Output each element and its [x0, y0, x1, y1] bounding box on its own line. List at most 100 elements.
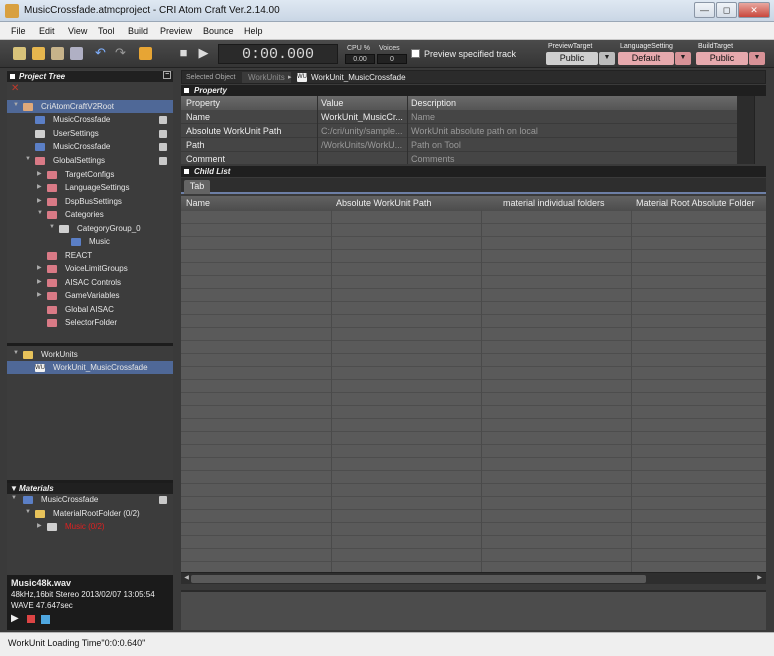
app-icon [5, 4, 19, 18]
open-folder-icon[interactable] [32, 47, 45, 60]
save-icon[interactable] [159, 143, 167, 151]
tree-item-musiccrossfade[interactable]: MusicCrossfade [7, 113, 173, 126]
save-icon[interactable] [159, 496, 167, 504]
language-setting-chevron-icon[interactable]: ▼ [675, 52, 691, 65]
breadcrumb-workunit[interactable]: WorkUnit_MusicCrossfade [311, 73, 406, 82]
tree-item-globalsettings[interactable]: ▼ GlobalSettings [7, 154, 173, 167]
tree-item-gamevariables[interactable]: ▶ GameVariables [7, 289, 173, 302]
property-table: Property Value Description Name WorkUnit… [181, 96, 737, 164]
save-icon[interactable] [159, 130, 167, 138]
tree-item-global-aisac[interactable]: Global AISAC [7, 303, 173, 316]
build-target-label: BuildTarget [698, 43, 734, 50]
breadcrumb-workunits[interactable]: WorkUnits [242, 72, 291, 83]
workunit-icon: WU [297, 73, 307, 82]
play-icon[interactable]: ▶ [197, 46, 210, 60]
save-icon[interactable] [159, 116, 167, 124]
menu-preview[interactable]: Preview [160, 26, 192, 36]
col-value[interactable]: Value [321, 98, 343, 108]
col-property[interactable]: Property [186, 98, 220, 108]
tree-item-languagesettings[interactable]: ▶ LanguageSettings [7, 181, 173, 194]
tab-child-list[interactable]: Tab [184, 180, 210, 194]
collapse-icon[interactable]: − [163, 71, 171, 79]
language-setting-dropdown[interactable]: Default [618, 52, 674, 65]
material-item-music-folder[interactable]: ▶ Music (0/2) [7, 520, 173, 533]
save-icon[interactable] [51, 47, 64, 60]
child-list-header: Child List [181, 166, 766, 177]
preview-target-chevron-icon[interactable]: ▼ [599, 52, 615, 65]
workunit-icon: WU [35, 364, 45, 372]
folder-icon [47, 523, 57, 531]
table-row[interactable]: Path /WorkUnits/WorkU... Path on Tool [181, 139, 737, 152]
build-target-dropdown[interactable]: Public [696, 52, 748, 65]
tree-item-react[interactable]: REACT [7, 249, 173, 262]
new-project-icon[interactable] [13, 47, 26, 60]
folder-icon [47, 198, 57, 206]
tree-item-workunit-musiccrossfade[interactable]: WU WorkUnit_MusicCrossfade [7, 361, 173, 374]
tree-item-usersettings[interactable]: UserSettings [7, 127, 173, 140]
material-play-icon[interactable]: ▶ [11, 613, 19, 624]
col-absolute-workunit-path[interactable]: Absolute WorkUnit Path [336, 198, 431, 208]
menu-bounce[interactable]: Bounce [203, 26, 234, 36]
menu-file[interactable]: File [11, 26, 26, 36]
tree-item-selectorfolder[interactable]: SelectorFolder [7, 316, 173, 329]
scroll-right-icon[interactable]: ▶ [755, 574, 764, 583]
menu-help[interactable]: Help [244, 26, 263, 36]
material-stop-icon[interactable] [27, 615, 35, 623]
tree-item-categorygroup[interactable]: ▼ CategoryGroup_0 [7, 222, 173, 235]
close-button[interactable]: ✕ [738, 2, 770, 18]
tree-item-targetconfigs[interactable]: ▶ TargetConfigs [7, 168, 173, 181]
breadcrumb: Selected Object WorkUnits ▸ WU WorkUnit_… [181, 70, 766, 84]
tree-item-dspbussettings[interactable]: ▶ DspBusSettings [7, 195, 173, 208]
scroll-left-icon[interactable]: ◀ [182, 574, 191, 583]
menu-tool[interactable]: Tool [98, 26, 115, 36]
material-item-root-folder[interactable]: ▼ MaterialRootFolder (0/2) [7, 507, 173, 520]
tree-item-musiccrossfade-2[interactable]: MusicCrossfade [7, 140, 173, 153]
material-loop-icon[interactable] [41, 615, 50, 624]
folder-icon [47, 184, 57, 192]
col-material-root-absolute-folder[interactable]: Material Root Absolute Folder [636, 198, 755, 208]
delete-icon[interactable]: ✕ [11, 83, 19, 94]
title-bar: MusicCrossfade.atmcproject - CRI Atom Cr… [0, 0, 774, 22]
preview-specified-checkbox[interactable] [411, 49, 420, 58]
tree-item-aisac-controls[interactable]: ▶ AISAC Controls [7, 276, 173, 289]
child-list-horizontal-scrollbar[interactable]: ◀ ▶ [181, 572, 766, 584]
tree-item-music-category[interactable]: Music [7, 235, 173, 248]
col-description[interactable]: Description [411, 98, 456, 108]
build-target-chevron-icon[interactable]: ▼ [749, 52, 765, 65]
bottom-pane [181, 590, 766, 630]
workunit-icon [35, 116, 45, 124]
menu-view[interactable]: View [68, 26, 87, 36]
property-scrollbar[interactable] [737, 96, 766, 164]
table-row[interactable]: Name WorkUnit_MusicCr... Name [181, 111, 737, 124]
child-list-grid[interactable] [181, 210, 766, 572]
material-item-musiccrossfade[interactable]: ▼ MusicCrossfade [7, 493, 173, 506]
save-icon[interactable] [159, 157, 167, 165]
stop-icon[interactable]: ■ [177, 46, 190, 60]
tree-item-root[interactable]: ▼ CriAtomCraftV2Root [7, 100, 173, 113]
tree-item-categories[interactable]: ▼ Categories [7, 208, 173, 221]
redo-icon[interactable]: ↷ [114, 46, 127, 60]
undo-icon[interactable]: ↶ [94, 46, 107, 60]
scroll-thumb[interactable] [191, 575, 646, 583]
col-material-individual-folders[interactable]: material individual folders [503, 198, 605, 208]
left-panel: Project Tree − ✕ ▼ CriAtomCraftV2Root Mu… [7, 70, 173, 630]
cpu-value: 0.00 [345, 54, 375, 64]
table-row[interactable]: Comment Comments [181, 153, 737, 166]
folder-icon [23, 351, 33, 359]
tree-item-voicelimitgroups[interactable]: ▶ VoiceLimitGroups [7, 262, 173, 275]
maximize-button[interactable]: ◻ [716, 2, 737, 18]
minimize-button[interactable]: — [694, 2, 715, 18]
user-settings-icon [35, 130, 45, 138]
table-row[interactable]: Absolute WorkUnit Path C:/cri/unity/samp… [181, 125, 737, 138]
save-all-icon[interactable] [70, 47, 83, 60]
menu-edit[interactable]: Edit [39, 26, 55, 36]
pane-splitter[interactable] [7, 343, 173, 346]
material-format: 48kHz,16bit Stereo 2013/02/07 13:05:54 [11, 590, 155, 599]
build-icon[interactable] [139, 47, 152, 60]
preview-target-dropdown[interactable]: Public [546, 52, 598, 65]
project-tree-header: Project Tree − [7, 71, 173, 82]
menu-build[interactable]: Build [128, 26, 148, 36]
toolbar: ↶ ↷ ■ ▶ 0:00.000 CPU % 0.00 Voices 0 Pre… [0, 40, 774, 68]
col-name[interactable]: Name [186, 198, 210, 208]
tree-item-workunits[interactable]: ▼ WorkUnits [7, 348, 173, 361]
